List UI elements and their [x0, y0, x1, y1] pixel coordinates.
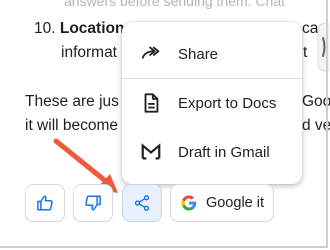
list-item-number: 10. — [34, 20, 56, 37]
screenshot-content: answers before sending them. Chat 10. Lo… — [0, 0, 330, 250]
share-menu: Share Export to Docs Draft in Gmail — [122, 22, 302, 184]
list-item-text-line-2: informat — [61, 44, 117, 61]
menu-item-label: Export to Docs — [178, 94, 277, 112]
paragraph-line-1: These are jus — [25, 93, 119, 110]
paragraph-line-2-right: d ve — [302, 117, 330, 134]
docs-icon — [144, 93, 159, 113]
list-item-10: 10. Location — [34, 20, 124, 38]
menu-item-draft-in-gmail[interactable]: Draft in Gmail — [122, 128, 302, 176]
share-forward-icon — [141, 46, 160, 59]
menu-item-label: Share — [178, 45, 219, 63]
thumbs-up-icon — [37, 195, 53, 211]
google-it-label: Google it — [205, 195, 265, 211]
paragraph-line-2: it will become — [25, 117, 119, 134]
paragraph-line-1-right: Goo — [302, 93, 330, 110]
list-item-text-line-2-right: t — [303, 44, 308, 61]
edge-control — [317, 22, 329, 72]
menu-item-export-to-docs[interactable]: Export to Docs — [122, 79, 302, 127]
menu-item-label: Draft in Gmail — [178, 143, 270, 161]
list-item-title: Location — [59, 20, 125, 37]
menu-item-share[interactable]: Share — [122, 30, 302, 78]
share-button[interactable] — [122, 184, 162, 222]
google-g-icon — [181, 195, 197, 211]
thumbs-up-button[interactable] — [25, 184, 65, 222]
thumbs-down-icon — [85, 195, 101, 211]
share-icon — [134, 195, 150, 211]
faded-text-line: answers before sending them. Chat — [64, 0, 286, 9]
gmail-icon — [141, 143, 161, 160]
thumbs-down-button[interactable] — [73, 184, 113, 222]
google-it-button[interactable]: Google it — [170, 184, 274, 222]
list-item-text-fragment: ca — [302, 20, 319, 37]
